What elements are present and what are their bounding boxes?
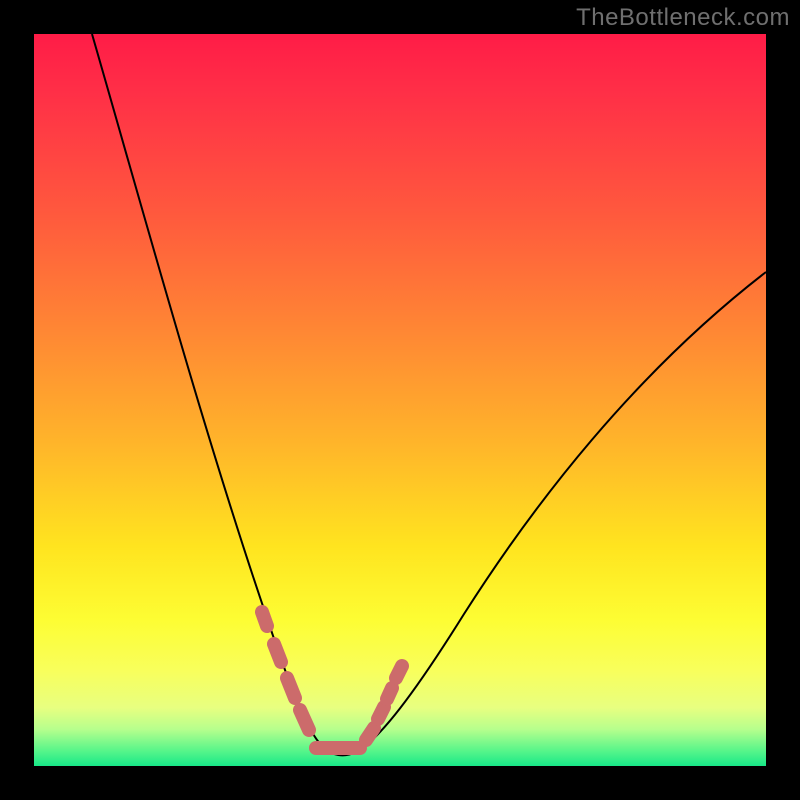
curve-layer: [34, 34, 766, 766]
highlight-dot-l3: [287, 678, 295, 698]
highlight-dot-r4: [396, 666, 402, 678]
highlight-dot-r1: [366, 728, 374, 740]
highlight-dot-l1: [262, 612, 267, 626]
chart-frame: TheBottleneck.com: [0, 0, 800, 800]
highlight-dot-l2: [274, 644, 281, 662]
highlight-dot-r3: [387, 688, 392, 699]
highlight-dot-r2: [378, 707, 384, 719]
watermark-text: TheBottleneck.com: [576, 4, 790, 32]
bottleneck-curve: [92, 34, 766, 755]
plot-area: [34, 34, 766, 766]
highlight-dot-l4: [300, 710, 309, 730]
